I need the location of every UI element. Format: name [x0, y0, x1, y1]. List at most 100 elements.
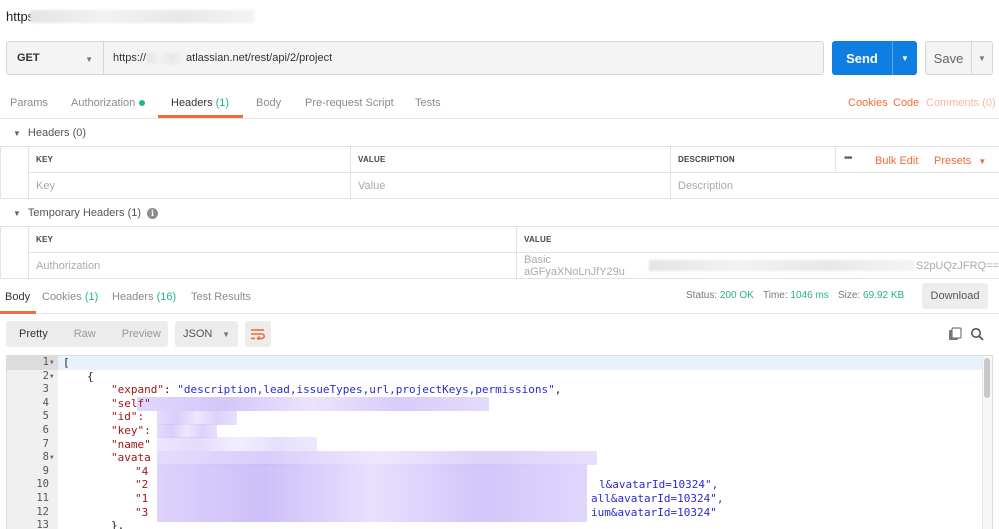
resp-tab-headers-count: (16)	[156, 291, 177, 303]
presets-dropdown[interactable]: Presets ▼	[934, 155, 986, 167]
json-key: "4	[135, 464, 149, 478]
redacted-region	[157, 464, 587, 522]
code-line: },	[111, 519, 125, 529]
json-value: ium&avatarId=10324"	[591, 505, 717, 519]
view-preview-button[interactable]: Preview	[109, 328, 174, 340]
send-button[interactable]: Send ▼	[832, 41, 917, 75]
temp-headers-table: KEY VALUE Authorization Basic aGFyaXNoLn…	[0, 226, 999, 279]
redacted-region	[157, 424, 217, 438]
wrap-lines-button[interactable]	[245, 321, 271, 347]
redacted-region	[157, 437, 317, 451]
tab-headers-label: Headers	[171, 97, 213, 109]
active-tab-underline	[158, 115, 243, 118]
method-caret-icon: ▼	[85, 55, 93, 64]
format-caret-icon: ▼	[222, 330, 230, 339]
line-number: 13	[36, 519, 49, 529]
tab-prerequest-script[interactable]: Pre-request Script	[305, 97, 394, 109]
col-value-header: VALUE	[350, 147, 670, 173]
temp-header-value-redacted	[649, 260, 915, 271]
json-key: "key":	[111, 424, 151, 437]
format-select[interactable]: JSON ▼	[175, 321, 238, 347]
line-number: 6	[42, 424, 49, 436]
info-icon[interactable]: i	[147, 207, 159, 219]
tab-tests[interactable]: Tests	[415, 97, 441, 109]
json-key: "expand"	[111, 383, 164, 397]
method-select[interactable]: GET ▼	[6, 41, 104, 75]
headers-section-title: Headers	[27, 127, 70, 139]
url-prefix: https://	[113, 52, 147, 64]
fold-arrow-icon[interactable]: ▼	[50, 454, 54, 461]
response-body-editor[interactable]: 1 2 3 4 5 6 7 8 9 10 11 12 13 ▼ ▼ ▼ [ { …	[6, 355, 993, 529]
url-input[interactable]: https:// atlassian.net/rest/api/2/projec…	[104, 41, 824, 75]
code-link[interactable]: Code	[893, 97, 919, 109]
temp-headers-section-toggle[interactable]: ▼ Temporary Headers (1) i	[13, 207, 159, 219]
more-options-icon[interactable]: •••	[844, 153, 852, 164]
bulk-edit-link[interactable]: Bulk Edit	[875, 155, 918, 167]
line-number: 2	[42, 369, 49, 382]
temp-headers-count: (1)	[127, 207, 142, 219]
fold-arrow-icon[interactable]: ▼	[50, 359, 54, 366]
resp-tab-test-results[interactable]: Test Results	[191, 291, 251, 303]
json-key: "1	[135, 492, 149, 505]
response-tabs: Body Cookies (1) Headers (16) Test Resul…	[0, 282, 999, 314]
code-line: "expand": "description,lead,issueTypes,u…	[111, 383, 562, 397]
collapse-arrow-icon: ▼	[13, 209, 21, 218]
tab-headers-count: (1)	[215, 97, 230, 109]
resp-tab-cookies-label: Cookies	[42, 291, 82, 303]
line-number: 12	[36, 505, 49, 518]
cookies-link[interactable]: Cookies	[848, 97, 888, 109]
header-key-input[interactable]: Key	[28, 173, 350, 199]
wrap-lines-icon	[251, 329, 265, 340]
fold-arrow-icon[interactable]: ▼	[50, 373, 54, 380]
comments-link[interactable]: Comments (0)	[926, 97, 996, 109]
size-value: 69.92 KB	[863, 290, 905, 301]
tab-params[interactable]: Params	[10, 97, 48, 109]
response-time: Time: 1046 ms	[763, 290, 829, 301]
json-value: "description,lead,issueTypes,url,project…	[177, 383, 555, 397]
resp-tab-body[interactable]: Body	[5, 291, 30, 303]
header-value-input[interactable]: Value	[350, 173, 670, 199]
temp-header-value-start: Basic aGFyaXNoLnJfY29u	[524, 253, 625, 278]
headers-table: KEY VALUE DESCRIPTION Key Value Descript…	[0, 146, 999, 199]
json-key: "2	[135, 478, 149, 492]
line-number: 9	[42, 464, 49, 477]
download-button[interactable]: Download	[922, 283, 988, 309]
search-icon[interactable]	[970, 327, 984, 344]
json-value: all&avatarId=10324",	[591, 492, 724, 505]
line-number: 1	[42, 356, 49, 368]
resp-tab-headers[interactable]: Headers (16)	[112, 291, 176, 303]
view-raw-button[interactable]: Raw	[61, 328, 109, 340]
send-label: Send	[846, 50, 878, 66]
tab-body[interactable]: Body	[256, 97, 281, 109]
row-checkbox-column	[0, 227, 28, 279]
save-options-caret-icon[interactable]: ▼	[972, 54, 992, 63]
header-description-input[interactable]: Description	[670, 173, 999, 199]
tab-authorization[interactable]: Authorization	[71, 97, 146, 109]
save-button[interactable]: Save ▼	[925, 41, 993, 75]
view-mode-group: Pretty Raw Preview	[6, 321, 168, 347]
temp-col-value-header: VALUE	[516, 227, 999, 253]
resp-tab-cookies-count: (1)	[84, 291, 99, 303]
save-label: Save	[933, 50, 964, 66]
time-label: Time:	[763, 290, 788, 301]
view-pretty-button[interactable]: Pretty	[6, 328, 61, 340]
request-title-redacted	[30, 10, 255, 23]
status-label: Status:	[686, 290, 718, 301]
response-size: Size: 69.92 KB	[838, 290, 904, 301]
resp-active-tab-underline	[0, 311, 36, 314]
editor-scrollbar-thumb[interactable]	[984, 358, 990, 398]
resp-tab-cookies[interactable]: Cookies (1)	[42, 291, 98, 303]
code-line: [	[63, 356, 70, 369]
json-key: "name"	[111, 437, 151, 451]
tab-authorization-label: Authorization	[71, 97, 136, 109]
headers-section-toggle[interactable]: ▼ Headers (0)	[13, 127, 86, 139]
request-tabs: Params Authorization Headers (1) Body Pr…	[0, 88, 999, 119]
presets-label: Presets	[934, 155, 972, 167]
line-number: 3	[42, 383, 49, 396]
tab-headers[interactable]: Headers (1)	[171, 97, 229, 109]
resp-tab-headers-label: Headers	[112, 291, 154, 303]
send-options-caret-icon[interactable]: ▼	[893, 54, 917, 63]
url-suffix: atlassian.net/rest/api/2/project	[186, 52, 333, 64]
line-number: 4	[42, 396, 49, 409]
copy-icon[interactable]	[948, 327, 962, 344]
